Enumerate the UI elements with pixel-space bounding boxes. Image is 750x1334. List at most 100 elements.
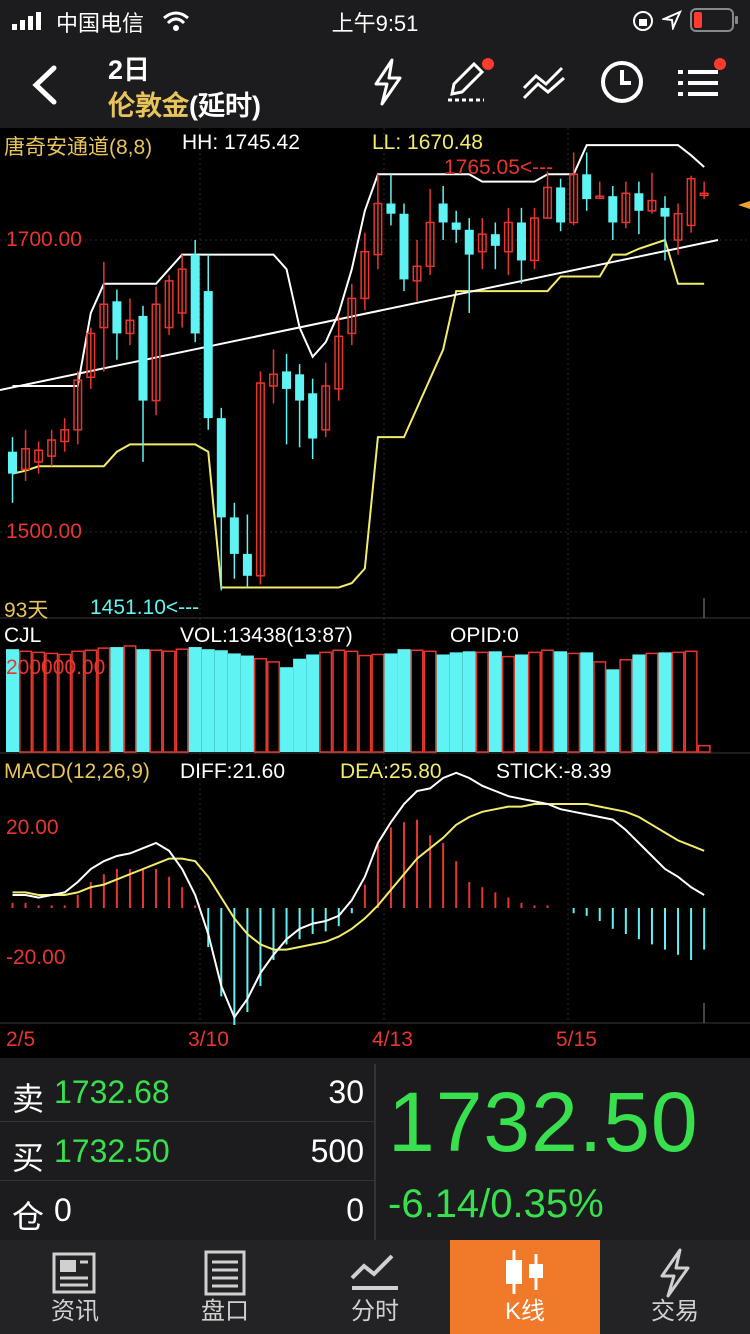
macd-axis-bottom: -20.00 [6, 946, 66, 969]
macd-axis-top: 20.00 [6, 816, 59, 839]
volume-bar [240, 655, 254, 752]
volume-bar [449, 652, 463, 752]
date-label-3: 4/13 [372, 1028, 413, 1051]
volume-value: VOL:13438(13:87) [180, 624, 353, 647]
tab-trade-label: 交易 [651, 1298, 699, 1325]
sell-qty: 30 [328, 1074, 364, 1110]
quote-divider [374, 1064, 376, 1240]
tab-orderbook-label: 盘口 [201, 1298, 249, 1325]
candle-body [242, 553, 252, 576]
period-title: 2日 [108, 55, 151, 85]
tab-kline-label: K线 [504, 1298, 545, 1325]
buy-row[interactable]: 买 1732.50 500 [0, 1123, 374, 1181]
instrument-name: 伦敦金 [108, 91, 189, 121]
candle-body [229, 517, 239, 554]
menu-list-icon[interactable] [672, 54, 728, 110]
volume-bar [436, 654, 450, 752]
volume-bar [593, 661, 607, 753]
volume-bar [528, 651, 541, 753]
volume-bar [293, 658, 307, 752]
volume-bar [332, 649, 346, 753]
volume-bar [514, 654, 528, 752]
tab-timeshare-label: 分时 [351, 1298, 399, 1325]
volume-bar [632, 654, 646, 752]
candle-body [516, 222, 526, 261]
candle-body [490, 234, 500, 246]
volume-bar [149, 649, 163, 753]
volume-bar [488, 651, 502, 752]
volume-bar [645, 652, 659, 753]
candle-body [8, 451, 17, 474]
indicator-name: 唐奇安通道(8,8) [4, 136, 153, 159]
candle-body [464, 229, 474, 255]
macd-diff: DIFF:21.60 [180, 760, 286, 783]
location-icon [662, 10, 682, 30]
buy-price: 1732.50 [54, 1133, 170, 1169]
tab-kline[interactable]: K线 [450, 1240, 600, 1334]
volume-bar [358, 654, 372, 753]
volume-bar [423, 650, 437, 753]
volume-bar [123, 645, 137, 753]
back-arrow-icon[interactable] [28, 64, 60, 106]
indicator-hh: HH: 1745.42 [182, 131, 300, 154]
candle-body [112, 301, 122, 334]
volume-bar [175, 648, 189, 753]
current-price-pointer [738, 201, 750, 209]
price-change: -6.14/0.35% [388, 1182, 604, 1226]
orientation-lock-icon [633, 11, 653, 31]
position-row: 仓 0 0 [0, 1182, 374, 1240]
volume-bar [580, 652, 594, 752]
volume-bar [280, 667, 294, 752]
quote-panel: 卖 1732.68 30 买 1732.50 500 仓 0 0 1732.50… [0, 1064, 750, 1240]
candle-body [295, 374, 305, 401]
position-label: 仓 [12, 1199, 45, 1235]
volume-bar [501, 655, 515, 753]
tab-orderbook[interactable]: 盘口 [150, 1240, 300, 1334]
draw-pen-icon[interactable] [440, 54, 496, 110]
candle-body [386, 203, 396, 214]
volume-bar [462, 651, 476, 752]
tab-timeshare[interactable]: 分时 [300, 1240, 450, 1334]
candle-body [190, 254, 200, 334]
macd-panel-name: MACD(12,26,9) [4, 760, 150, 783]
opid-value: OPID:0 [450, 624, 519, 647]
tab-news[interactable]: 资讯 [0, 1240, 150, 1334]
high-marker-label: 1765.05<--- [444, 156, 554, 179]
indicator-ll: LL: 1670.48 [372, 131, 483, 154]
volume-bar [475, 651, 489, 753]
macd-dea: DEA:25.80 [340, 760, 442, 783]
kline-chart[interactable]: 唐奇安通道(8,8) HH: 1745.42 LL: 1670.48 1765.… [0, 128, 750, 1058]
sell-row[interactable]: 卖 1732.68 30 [0, 1064, 374, 1122]
clock-icon[interactable] [594, 54, 650, 110]
candle-body [582, 174, 592, 200]
date-label-2: 3/10 [188, 1028, 229, 1051]
last-price: 1732.50 [388, 1075, 699, 1169]
price-axis-1700: 1700.00 [6, 228, 82, 251]
volume-bar [188, 647, 202, 752]
macd-stick: STICK:-8.39 [496, 760, 612, 783]
buy-qty: 500 [310, 1133, 364, 1169]
candle-body [399, 213, 409, 280]
volume-bar [671, 651, 685, 753]
instrument-title: 伦敦金(延时) [108, 84, 261, 123]
volume-bar [606, 669, 620, 752]
volume-bar [345, 650, 359, 753]
volume-bar [541, 649, 555, 753]
volume-bar [162, 650, 176, 753]
volume-bar [684, 650, 698, 753]
candle-body [608, 196, 618, 223]
delay-tag: (延时) [189, 91, 261, 121]
price-axis-1500: 1500.00 [6, 520, 82, 543]
candle-body [203, 291, 213, 419]
low-marker-label: 1451.10<--- [90, 596, 200, 619]
volume-bar [697, 744, 711, 753]
days-label: 93天 [4, 599, 49, 622]
tab-trade[interactable]: 交易 [600, 1240, 750, 1334]
buy-label: 买 [12, 1140, 45, 1176]
volume-bar [371, 653, 385, 753]
candle-body [308, 393, 318, 439]
candle-body [660, 207, 670, 217]
lightning-icon[interactable] [360, 54, 416, 110]
indicator-lines-icon[interactable] [516, 54, 572, 110]
volume-bar [201, 649, 215, 752]
